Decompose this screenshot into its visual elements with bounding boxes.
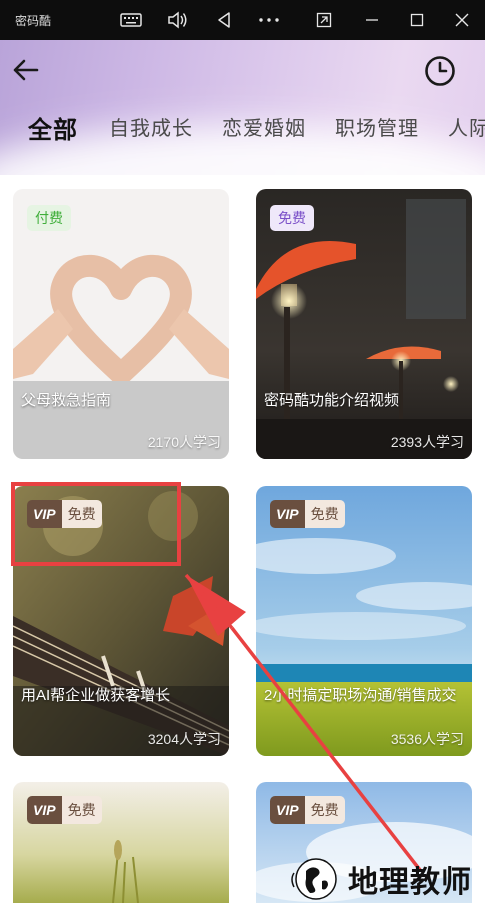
vip-label: VIP (27, 796, 62, 824)
paid-badge: 付费 (27, 205, 71, 231)
tab-workplace[interactable]: 职场管理 (335, 112, 419, 141)
history-clock-icon[interactable] (423, 54, 457, 88)
more-icon[interactable] (256, 8, 282, 32)
keyboard-icon[interactable] (118, 8, 144, 32)
course-card[interactable]: VIP 免费 2小时搞定职场沟通/销售成交 3536人学习 (256, 486, 472, 756)
card-title: 父母救急指南 (21, 392, 112, 409)
tab-interpersonal[interactable]: 人际 (448, 112, 485, 141)
tab-self-growth[interactable]: 自我成长 (109, 112, 193, 141)
vip-label: VIP (270, 796, 305, 824)
free-label: 免费 (304, 796, 345, 824)
card-title: 2小时搞定职场沟通/销售成交 (264, 687, 457, 704)
learner-count: 3204人学习 (147, 731, 221, 747)
volume-icon[interactable] (165, 8, 191, 32)
course-card[interactable]: VIP 免费 (13, 782, 229, 903)
highlight-box (11, 482, 181, 566)
watermark-text: 地理教师 (348, 866, 472, 899)
learner-count: 2170人学习 (147, 434, 221, 450)
vip-free-badge: VIP 免费 (270, 500, 345, 528)
tab-all[interactable]: 全部 (28, 110, 78, 145)
free-label: 免费 (304, 500, 345, 528)
vip-free-badge: VIP 免费 (270, 796, 345, 824)
window-titlebar: 密码酷 (0, 0, 485, 40)
tab-love-marriage[interactable]: 恋爱婚姻 (222, 112, 306, 141)
course-card[interactable]: 付费 父母救急指南 2170人学习 (13, 189, 229, 459)
watermark: 地理教师 (288, 855, 472, 903)
free-badge: 免费 (270, 205, 314, 231)
pip-icon[interactable] (312, 8, 336, 32)
free-label: 免费 (61, 796, 102, 824)
vip-label: VIP (270, 500, 305, 528)
page-header: 全部 自我成长 恋爱婚姻 职场管理 人际 (0, 40, 485, 175)
nav-back-triangle-icon[interactable] (212, 8, 236, 32)
course-card[interactable]: 免费 密码酷功能介绍视频 2393人学习 (256, 189, 472, 459)
vip-free-badge: VIP 免费 (27, 796, 102, 824)
card-title: 用AI帮企业做获客增长 (21, 687, 171, 704)
watermark-globe-logo (291, 858, 337, 900)
learner-count: 2393人学习 (390, 434, 464, 450)
window-title: 密码酷 (15, 13, 52, 28)
card-title: 密码酷功能介绍视频 (264, 392, 400, 409)
close-icon[interactable] (450, 8, 474, 32)
maximize-icon[interactable] (405, 8, 429, 32)
learner-count: 3536人学习 (390, 731, 464, 747)
back-arrow-icon[interactable] (10, 54, 42, 86)
minimize-icon[interactable] (360, 8, 384, 32)
category-tabs: 全部 自我成长 恋爱婚姻 职场管理 人际 (0, 112, 485, 152)
